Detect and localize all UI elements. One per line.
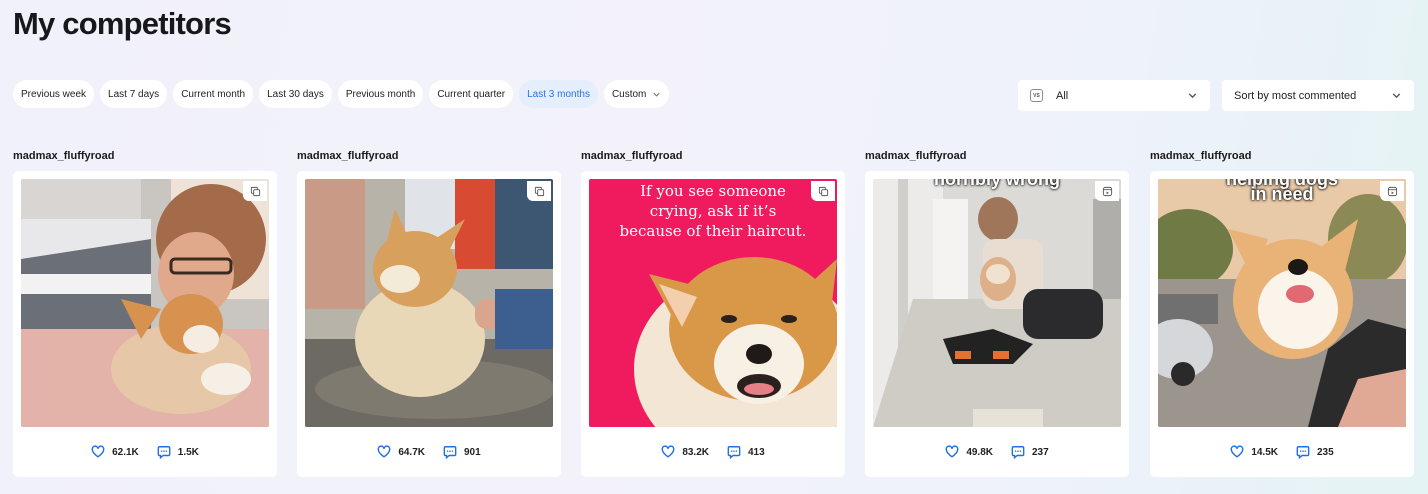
account-handle: madmax_fluffyroad — [581, 150, 683, 162]
comment-icon — [157, 446, 171, 459]
photo-man-kissing-corgi — [21, 179, 269, 427]
post-thumbnail[interactable] — [21, 179, 269, 427]
carousel-icon — [534, 186, 544, 196]
account-handle: madmax_fluffyroad — [297, 150, 399, 162]
post-column: madmax_fluffyroad If you see someone cry… — [581, 149, 845, 477]
account-handle: madmax_fluffyroad — [13, 150, 115, 162]
comments-stat: 413 — [727, 445, 765, 459]
post-type-value: All — [1056, 89, 1069, 102]
post-card[interactable]: 62.1K 1.5K — [13, 171, 277, 477]
post-column: madmax_fluffyroad — [297, 149, 561, 477]
filter-previous-week[interactable]: Previous week — [13, 80, 95, 108]
sort-select[interactable]: Sort by most commented — [1222, 80, 1414, 111]
post-stats: 83.2K 413 — [581, 445, 845, 459]
likes-count: 14.5K — [1251, 446, 1278, 458]
post-column: madmax_fluffyroad — [13, 149, 277, 477]
sort-value: Sort by most commented — [1234, 89, 1357, 102]
post-stats: 62.1K 1.5K — [13, 445, 277, 459]
likes-stat: 83.2K — [661, 445, 709, 459]
likes-stat: 49.8K — [945, 445, 993, 459]
chevron-down-icon — [1188, 93, 1197, 99]
photo-corgi-giving-paw — [305, 179, 553, 427]
post-card[interactable]: If you see someone crying, ask if it’s b… — [581, 171, 845, 477]
post-type-select[interactable]: VS All — [1018, 80, 1210, 111]
post-stats: 64.7K 901 — [297, 445, 561, 459]
comments-stat: 901 — [443, 445, 481, 459]
chevron-down-icon — [1392, 93, 1401, 99]
post-type-badge — [811, 181, 835, 201]
likes-count: 83.2K — [682, 446, 709, 458]
likes-count: 49.8K — [966, 446, 993, 458]
post-thumbnail[interactable]: helping dogs in need — [1158, 179, 1406, 427]
post-type-badge — [527, 181, 551, 201]
carousel-icon — [250, 186, 260, 196]
versus-icon: VS — [1030, 89, 1043, 102]
post-type-badge — [1380, 181, 1404, 201]
post-type-badge — [243, 181, 267, 201]
post-thumbnail[interactable]: If you see someone crying, ask if it’s b… — [589, 179, 837, 427]
reel-icon — [1102, 186, 1112, 196]
filter-last-7-days[interactable]: Last 7 days — [100, 80, 168, 108]
comment-icon — [443, 446, 457, 459]
heart-icon — [91, 445, 105, 458]
comment-icon — [1011, 446, 1025, 459]
post-column: madmax_fluffyroad helping dogs in need 1… — [1150, 149, 1414, 477]
chevron-down-icon — [653, 92, 660, 97]
filter-custom[interactable]: Custom — [603, 80, 670, 108]
post-stats: 49.8K 237 — [865, 445, 1129, 459]
date-range-filters: Previous week Last 7 days Current month … — [13, 80, 670, 108]
page-title: My competitors — [13, 6, 232, 41]
post-type-badge — [1095, 181, 1119, 201]
carousel-icon — [818, 186, 828, 196]
heart-icon — [945, 445, 959, 458]
heart-icon — [661, 445, 675, 458]
post-card[interactable]: 64.7K 901 — [297, 171, 561, 477]
filter-current-quarter[interactable]: Current quarter — [429, 80, 514, 108]
filter-current-month[interactable]: Current month — [173, 80, 254, 108]
post-thumbnail[interactable]: horribly wrong — [873, 179, 1121, 427]
post-thumbnail[interactable] — [305, 179, 553, 427]
post-card[interactable]: helping dogs in need 14.5K 235 — [1150, 171, 1414, 477]
filter-previous-month[interactable]: Previous month — [337, 80, 424, 108]
likes-count: 62.1K — [112, 446, 139, 458]
comments-stat: 1.5K — [157, 445, 199, 459]
photo-man-with-harness — [873, 179, 1121, 427]
likes-stat: 62.1K — [91, 445, 139, 459]
comments-count: 901 — [464, 446, 481, 458]
photo-corgi-in-backpack — [1158, 179, 1406, 427]
filter-last-30-days[interactable]: Last 30 days — [259, 80, 332, 108]
post-stats: 14.5K 235 — [1150, 445, 1414, 459]
filter-last-3-months[interactable]: Last 3 months — [519, 80, 598, 108]
comments-count: 237 — [1032, 446, 1049, 458]
heart-icon — [1230, 445, 1244, 458]
video-caption: horribly wrong — [934, 179, 1060, 189]
heart-icon — [377, 445, 391, 458]
account-handle: madmax_fluffyroad — [1150, 150, 1252, 162]
meme-caption: If you see someone crying, ask if it’s b… — [619, 182, 807, 240]
account-handle: madmax_fluffyroad — [865, 150, 967, 162]
post-column: madmax_fluffyroad horribly wrong 49.8K 2… — [865, 149, 1129, 477]
likes-count: 64.7K — [398, 446, 425, 458]
comment-icon — [727, 446, 741, 459]
post-card[interactable]: horribly wrong 49.8K 237 — [865, 171, 1129, 477]
comments-count: 1.5K — [177, 446, 199, 458]
comments-stat: 235 — [1296, 445, 1334, 459]
video-caption: in need — [1250, 184, 1314, 204]
reel-icon — [1387, 186, 1397, 196]
comments-count: 413 — [748, 446, 765, 458]
comments-count: 235 — [1317, 446, 1334, 458]
comments-stat: 237 — [1011, 445, 1049, 459]
comment-icon — [1296, 446, 1310, 459]
likes-stat: 64.7K — [377, 445, 425, 459]
likes-stat: 14.5K — [1230, 445, 1278, 459]
